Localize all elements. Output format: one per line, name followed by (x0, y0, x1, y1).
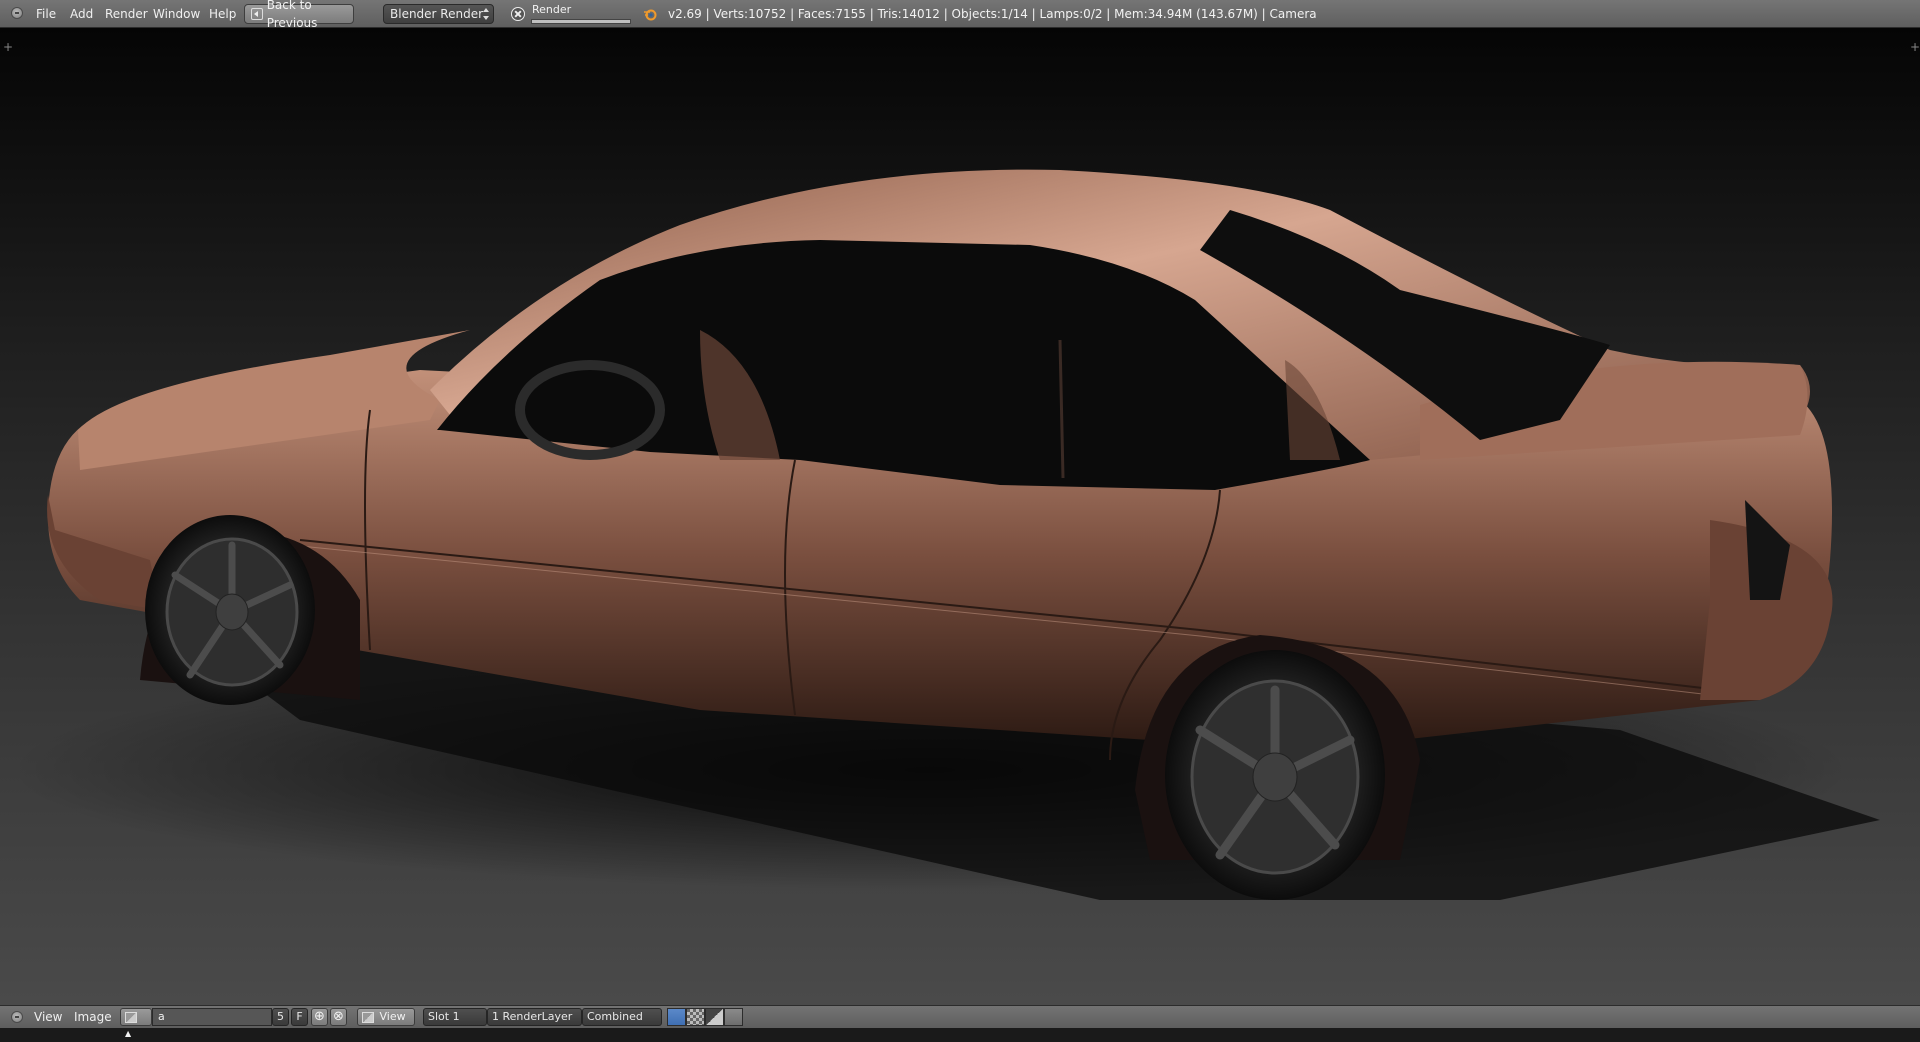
menu-window[interactable]: Window (147, 0, 206, 28)
render-progress-label: Render (532, 3, 572, 16)
scene-statistics: v2.69 | Verts:10752 | Faces:7155 | Tris:… (668, 7, 1317, 21)
back-to-previous-button[interactable]: Back to Previous (244, 0, 354, 30)
render-layer-select[interactable]: 1 RenderLayer (487, 1008, 582, 1026)
slot-select-label: Slot 1 (428, 1010, 460, 1023)
image-name-field[interactable]: a (152, 1008, 272, 1026)
fake-user-button[interactable]: F (291, 1008, 308, 1026)
view-select-label: View (379, 1010, 406, 1023)
updown-arrows-icon: ▲ (125, 1029, 132, 1038)
new-image-icon[interactable]: ⊕ (311, 1008, 328, 1026)
menu-file[interactable]: File (30, 0, 62, 28)
render-result-canvas[interactable]: + + (0, 28, 1920, 1005)
rendered-car-image (10, 169, 1880, 900)
area-split-corner-icon[interactable]: + (3, 41, 13, 53)
back-icon (251, 8, 263, 20)
render-layer-select-label: 1 RenderLayer (492, 1010, 573, 1023)
view-select[interactable]: View (357, 1008, 415, 1026)
color-alpha-icon[interactable] (667, 1008, 686, 1026)
blender-logo-icon (644, 9, 657, 21)
front-wheel (145, 515, 315, 705)
render-pass-select-label: Combined (587, 1010, 643, 1023)
render-progress-bar (531, 19, 631, 24)
editor-type-toggle-icon[interactable] (11, 1011, 23, 1023)
alpha-icon[interactable] (686, 1008, 705, 1026)
render-progress-fill (532, 20, 630, 23)
display-options-icon[interactable] (724, 1008, 743, 1026)
cancel-render-icon[interactable] (511, 7, 525, 21)
menu-image[interactable]: Image (68, 1006, 118, 1029)
unlink-image-icon[interactable]: ⊗ (330, 1008, 347, 1026)
menu-add[interactable]: Add (64, 0, 99, 28)
browse-image-button[interactable]: ▲ (120, 1008, 152, 1038)
menu-view[interactable]: View (28, 1006, 68, 1029)
editor-type-toggle-icon[interactable] (11, 7, 23, 19)
render-pass-select[interactable]: Combined (582, 1008, 662, 1026)
area-split-corner-icon[interactable]: + (1910, 41, 1920, 53)
rear-wheel (1165, 650, 1385, 900)
slot-select[interactable]: Slot 1 (423, 1008, 487, 1026)
image-users-count[interactable]: 5 (272, 1008, 289, 1026)
menu-render[interactable]: Render (99, 0, 154, 28)
image-editor-header: View Image ▲ a 5 F ⊕ ⊗ View Slot 1 1 Ren… (0, 1005, 1920, 1038)
info-header: File Add Render Window Help Back to Prev… (0, 0, 1920, 30)
image-icon (362, 1011, 374, 1023)
menu-help[interactable]: Help (203, 0, 242, 28)
image-icon (125, 1011, 137, 1023)
z-buffer-icon[interactable] (705, 1008, 724, 1026)
updown-arrows-icon (483, 8, 489, 20)
render-engine-select[interactable]: Blender Render (383, 4, 494, 24)
render-engine-label: Blender Render (390, 7, 484, 21)
